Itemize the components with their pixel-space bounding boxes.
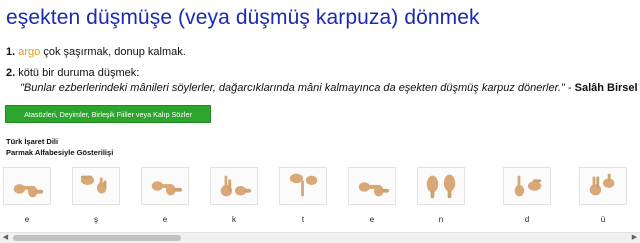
sign-letter: d (524, 215, 530, 224)
hand-sign-image (417, 167, 465, 205)
sign-cell: d (500, 167, 554, 227)
hand-sign-image (579, 167, 627, 205)
category-button[interactable]: Atasözleri, Deyimler, Birleşik Fiiller v… (5, 105, 211, 123)
sign-letter: e (162, 215, 168, 224)
definition-2: 2. kötü bir duruma düşmek: (6, 67, 139, 79)
scrollbar-thumb[interactable] (13, 235, 181, 241)
sign-letter: ş (94, 215, 98, 224)
scroll-left-icon[interactable]: ◀ (0, 233, 11, 243)
sign-cell: k (207, 167, 261, 227)
hand-sign-image (3, 167, 51, 205)
hand-sign-image (503, 167, 551, 205)
hand-sign-icon (358, 182, 390, 197)
definition-1: 1. argo çok şaşırmak, donup kalmak. (6, 46, 186, 58)
sign-cell: t (276, 167, 330, 227)
sign-letter: k (232, 215, 236, 224)
sign-language-heading: Türk İşaret Dili (6, 137, 59, 146)
hand-sign-icon (514, 175, 542, 197)
quote-separator: - (564, 82, 575, 94)
scroll-right-icon[interactable]: ▶ (629, 233, 640, 243)
sign-cell: ü (576, 167, 630, 227)
definition-text: çok şaşırmak, donup kalmak. (43, 46, 186, 58)
hand-sign-image (279, 167, 327, 205)
sign-letter: e (369, 215, 375, 224)
hand-sign-image (210, 167, 258, 205)
hand-sign-icon (80, 175, 107, 194)
hand-sign-icon (151, 181, 183, 196)
hand-sign-icon (426, 174, 456, 199)
sign-letter: t (301, 215, 305, 224)
hand-sign-image (72, 167, 120, 205)
sign-cell: e (345, 167, 399, 227)
hand-sign-icon (220, 175, 252, 197)
sign-cell: ş (69, 167, 123, 227)
hand-sign-icon (589, 173, 615, 196)
fingerspelling-subheading: Parmak Alfabesiyle Gösterilişi (6, 148, 114, 157)
page-title: eşekten düşmüşe (veya düşmüş karpuza) dö… (6, 6, 480, 29)
hand-sign-image (141, 167, 189, 205)
quote-text: "Bunlar ezberlerindeki mânileri söylerle… (20, 82, 565, 94)
usage-tag[interactable]: argo (18, 46, 40, 58)
fingerspelling-row: e ş e k t e n d ü (0, 167, 640, 227)
horizontal-scrollbar[interactable]: ◀ ▶ (0, 232, 640, 243)
definition-text: kötü bir duruma düşmek: (18, 67, 140, 79)
hand-sign-icon (289, 173, 318, 197)
sign-letter: ü (600, 215, 606, 224)
sign-cell: e (138, 167, 192, 227)
sign-letter: n (438, 215, 444, 224)
definition-number: 1. (6, 46, 16, 58)
example-quote: "Bunlar ezberlerindeki mânileri söylerle… (20, 82, 638, 94)
sign-cell: n (414, 167, 468, 227)
hand-sign-image (348, 167, 396, 205)
quote-author: Salâh Birsel (574, 82, 638, 94)
definition-number: 2. (6, 67, 16, 79)
hand-sign-icon (13, 184, 44, 198)
sign-cell: e (0, 167, 54, 227)
sign-letter: e (24, 215, 30, 224)
